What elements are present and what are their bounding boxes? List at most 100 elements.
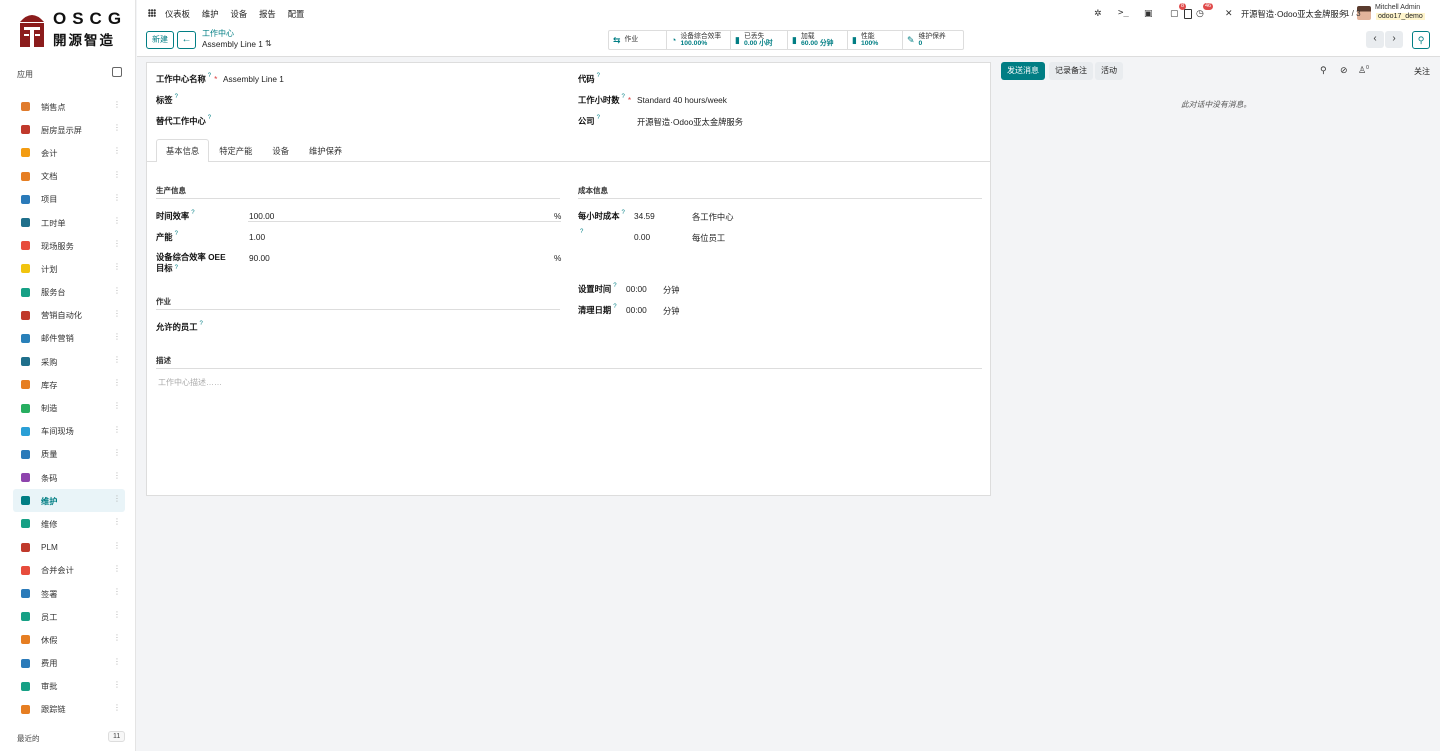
app-more-icon[interactable]: ⋮ bbox=[113, 402, 121, 410]
sidebar-app-item[interactable]: 服务台 ⋮ bbox=[13, 281, 125, 304]
back-arrow-icon[interactable]: ← bbox=[177, 31, 196, 49]
sidebar-app-item[interactable]: 工时单 ⋮ bbox=[13, 211, 125, 234]
terminal-icon[interactable]: >_ bbox=[1118, 8, 1129, 18]
followers-icon[interactable]: ♙0 bbox=[1358, 65, 1369, 76]
tab-equipment[interactable]: 设备 bbox=[262, 139, 299, 162]
new-button[interactable]: 新建 bbox=[146, 31, 174, 49]
smart-button[interactable]: ⇆ 作业 bbox=[609, 31, 667, 49]
sidebar-app-item[interactable]: 维护 ⋮ bbox=[13, 489, 125, 513]
sidebar-app-item[interactable]: 维修 ⋮ bbox=[13, 512, 125, 535]
sidebar-app-item[interactable]: 跟踪链 ⋮ bbox=[13, 698, 125, 721]
debug-bug-icon[interactable]: ✲ bbox=[1094, 8, 1102, 19]
sidebar-app-item[interactable]: 条码 ⋮ bbox=[13, 466, 125, 489]
main-menu-item[interactable]: 设备 bbox=[231, 8, 248, 20]
smart-button[interactable]: ◔ 设备综合效率 100.00% bbox=[667, 31, 731, 49]
app-more-icon[interactable]: ⋮ bbox=[113, 101, 121, 109]
app-more-icon[interactable]: ⋮ bbox=[113, 518, 121, 526]
cleanup-time-input[interactable]: 00:00 bbox=[626, 305, 647, 315]
sidebar-app-item[interactable]: 厨房显示屏 ⋮ bbox=[13, 118, 125, 141]
app-more-icon[interactable]: ⋮ bbox=[113, 541, 121, 550]
app-more-icon[interactable]: ⋮ bbox=[113, 332, 121, 341]
send-message-button[interactable]: 发送消息 bbox=[1001, 62, 1045, 80]
brand-logo[interactable]: OSCG 開源智造 bbox=[18, 8, 128, 50]
smart-button[interactable]: ▮ 性能 100% bbox=[848, 31, 903, 49]
main-menu-item[interactable]: 仪表板 bbox=[165, 8, 190, 20]
app-menu-grid-icon[interactable] bbox=[148, 9, 156, 17]
sidebar-app-item[interactable]: 车间现场 ⋮ bbox=[13, 420, 125, 443]
log-note-button[interactable]: 记录备注 bbox=[1049, 62, 1093, 80]
tab-maintenance[interactable]: 维护保养 bbox=[299, 139, 352, 162]
tab-specific-capacity[interactable]: 特定产能 bbox=[209, 139, 262, 162]
sidebar-app-item[interactable]: 合并会计 ⋮ bbox=[13, 559, 125, 582]
sidebar-app-item[interactable]: 营销自动化 ⋮ bbox=[13, 304, 125, 327]
setup-time-input[interactable]: 00:00 bbox=[626, 284, 647, 294]
sidebar-app-item[interactable]: PLM ⋮ bbox=[13, 536, 125, 559]
split-view-icon[interactable]: ▣ bbox=[1144, 8, 1153, 19]
app-more-icon[interactable]: ⋮ bbox=[113, 309, 121, 318]
app-more-icon[interactable]: ⋮ bbox=[113, 379, 121, 387]
record-copy-icon[interactable] bbox=[1184, 9, 1192, 19]
app-more-icon[interactable]: ⋮ bbox=[113, 263, 121, 271]
name-field-input[interactable]: Assembly Line 1 bbox=[223, 74, 284, 84]
sidebar-app-item[interactable]: 现场服务 ⋮ bbox=[13, 234, 125, 257]
tools-icon[interactable]: ✕ bbox=[1225, 8, 1233, 19]
working-hours-input[interactable]: Standard 40 hours/week bbox=[637, 95, 727, 105]
sidebar-app-item[interactable]: 费用 ⋮ bbox=[13, 652, 125, 675]
recent-label[interactable]: 最近的 bbox=[17, 733, 40, 744]
tab-general-info[interactable]: 基本信息 bbox=[156, 139, 210, 162]
smart-button[interactable]: ✎ 维护保养 0 bbox=[903, 31, 963, 49]
sidebar-app-item[interactable]: 签署 ⋮ bbox=[13, 582, 125, 605]
cost-per-hour-input[interactable]: 34.59 bbox=[634, 211, 655, 221]
messages-icon[interactable]: ▢ bbox=[1170, 8, 1179, 19]
capacity-input[interactable]: 1.00 bbox=[249, 232, 265, 242]
sidebar-app-item[interactable]: 质量 ⋮ bbox=[13, 443, 125, 466]
sidebar-app-item[interactable]: 会计 ⋮ bbox=[13, 141, 125, 164]
company-switcher[interactable]: 开源智造·Odoo亚太金牌服务 bbox=[1241, 8, 1347, 20]
app-more-icon[interactable]: ⋮ bbox=[113, 564, 121, 573]
activities-clock-icon[interactable]: ◷ bbox=[1196, 8, 1204, 19]
sidebar-app-item[interactable]: 邮件营销 ⋮ bbox=[13, 327, 125, 350]
sidebar-app-item[interactable]: 文档 ⋮ bbox=[13, 165, 125, 188]
search-messages-icon[interactable]: ⚲ bbox=[1320, 65, 1327, 76]
attachment-icon[interactable]: ⊘ bbox=[1340, 65, 1348, 76]
app-more-icon[interactable]: ⋮ bbox=[113, 286, 121, 295]
app-more-icon[interactable]: ⋮ bbox=[113, 703, 121, 712]
pager-value[interactable]: 1 / 3 bbox=[1345, 9, 1361, 18]
user-name[interactable]: Mitchell Admin bbox=[1375, 4, 1420, 11]
main-menu-item[interactable]: 维护 bbox=[202, 8, 219, 20]
main-menu-item[interactable]: 配置 bbox=[288, 8, 305, 20]
follow-button[interactable]: 关注 bbox=[1414, 66, 1430, 77]
app-more-icon[interactable]: ⋮ bbox=[113, 495, 121, 503]
record-actions-icon[interactable]: ⇅ bbox=[265, 39, 272, 48]
sidebar-app-item[interactable]: 制造 ⋮ bbox=[13, 396, 125, 419]
app-more-icon[interactable]: ⋮ bbox=[113, 634, 121, 642]
breadcrumb-parent[interactable]: 工作中心 bbox=[202, 28, 234, 39]
sidebar-app-item[interactable]: 员工 ⋮ bbox=[13, 605, 125, 628]
app-more-icon[interactable]: ⋮ bbox=[113, 170, 121, 179]
app-more-icon[interactable]: ⋮ bbox=[113, 587, 121, 596]
app-more-icon[interactable]: ⋮ bbox=[113, 611, 121, 619]
app-more-icon[interactable]: ⋮ bbox=[113, 240, 121, 248]
app-more-icon[interactable]: ⋮ bbox=[113, 216, 121, 225]
chatter-toggle-icon[interactable]: ⚲ bbox=[1412, 31, 1430, 49]
time-efficiency-input[interactable]: 100.00 bbox=[249, 211, 274, 221]
app-more-icon[interactable]: ⋮ bbox=[113, 472, 121, 480]
activities-button[interactable]: 活动 bbox=[1095, 62, 1123, 80]
apps-settings-icon[interactable] bbox=[112, 67, 122, 77]
oee-target-input[interactable]: 90.00 bbox=[249, 253, 270, 263]
app-more-icon[interactable]: ⋮ bbox=[113, 124, 121, 132]
pager-next-icon[interactable]: › bbox=[1385, 31, 1403, 48]
sidebar-app-item[interactable]: 审批 ⋮ bbox=[13, 675, 125, 698]
sidebar-app-item[interactable]: 销售点 ⋮ bbox=[13, 95, 125, 118]
app-more-icon[interactable]: ⋮ bbox=[113, 680, 121, 689]
app-more-icon[interactable]: ⋮ bbox=[113, 425, 121, 434]
description-input[interactable]: 工作中心描述…… bbox=[158, 377, 222, 388]
main-menu-item[interactable]: 报告 bbox=[259, 8, 276, 20]
company-field-input[interactable]: 开源智造·Odoo亚太金牌服务 bbox=[637, 116, 743, 128]
sidebar-app-item[interactable]: 计划 ⋮ bbox=[13, 257, 125, 280]
pager-previous-icon[interactable]: ‹ bbox=[1366, 31, 1384, 48]
employee-cost-input[interactable]: 0.00 bbox=[634, 232, 650, 242]
smart-button[interactable]: ▮ 已丢失 0.00 小时 bbox=[731, 31, 788, 49]
sidebar-app-item[interactable]: 休假 ⋮ bbox=[13, 628, 125, 651]
app-more-icon[interactable]: ⋮ bbox=[113, 147, 121, 155]
